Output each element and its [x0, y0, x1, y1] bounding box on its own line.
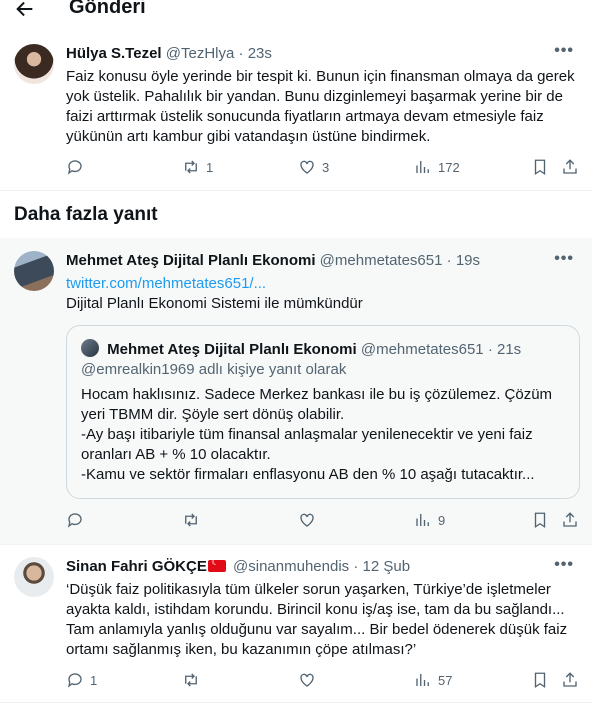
views-button[interactable]: 9 [414, 511, 445, 529]
divider [0, 702, 592, 703]
reply-icon [67, 513, 82, 528]
share-icon [563, 672, 577, 687]
views-count: 9 [438, 512, 446, 528]
tweet-text: Dijital Planlı Ekonomi Sistemi ile mümkü… [66, 295, 363, 312]
turkey-flag-icon [207, 557, 226, 572]
more-options-icon[interactable]: ••• [554, 250, 574, 268]
heart-icon [300, 160, 314, 174]
more-options-icon[interactable]: ••• [554, 42, 574, 60]
tweet-text: Faiz konusu öyle yerinde bir tespit ki. … [66, 68, 575, 145]
more-options-icon[interactable]: ••• [554, 556, 574, 574]
heart-icon [300, 513, 314, 527]
views-button[interactable]: 172 [414, 158, 460, 176]
bookmark-icon [534, 672, 546, 689]
share-button[interactable] [561, 671, 579, 689]
dot-separator: · [487, 341, 493, 358]
bookmark-icon [534, 512, 546, 529]
quoted-tweet[interactable]: Mehmet Ateş Dijital Planlı Ekonomi @mehm… [66, 325, 580, 499]
like-button[interactable] [298, 671, 316, 689]
bookmark-button[interactable] [531, 511, 549, 529]
retweet-icon [185, 673, 197, 687]
tweet-link[interactable]: twitter.com/mehmetates651/... [66, 274, 576, 294]
author-name[interactable]: Sinan Fahri GÖKÇE [66, 558, 207, 575]
retweet-icon [185, 160, 197, 174]
share-button[interactable] [561, 511, 579, 529]
avatar[interactable] [14, 44, 54, 84]
tweet-header: Sinan Fahri GÖKÇE @sinanmuhendis · 12 Şu… [66, 557, 411, 575]
views-count: 172 [438, 159, 460, 175]
like-button[interactable] [298, 511, 316, 529]
reply-count: 1 [90, 672, 98, 688]
quote-timestamp: 21s [496, 341, 522, 358]
share-icon [563, 159, 577, 174]
author-name[interactable]: Hülya S.Tezel [66, 45, 162, 62]
author-name[interactable]: Mehmet Ateş Dijital Planlı Ekonomi [66, 252, 316, 269]
divider [0, 190, 592, 191]
bookmark-icon [534, 159, 546, 176]
views-count: 57 [438, 672, 453, 688]
quote-author-handle: @mehmetates651 [360, 341, 484, 358]
reply-button[interactable] [66, 158, 84, 176]
dot-separator: · [353, 558, 359, 575]
avatar[interactable] [14, 251, 54, 291]
dot-separator: · [446, 252, 452, 269]
avatar [81, 339, 99, 357]
views-icon [416, 514, 429, 526]
tweet-header: Hülya S.Tezel @TezHlya · 23s [66, 45, 272, 62]
quote-author-name: Mehmet Ateş Dijital Planlı Ekonomi [107, 341, 357, 358]
avatar[interactable] [14, 557, 54, 597]
author-handle[interactable]: @mehmetates651 [320, 252, 443, 269]
reply-icon [67, 673, 82, 688]
main-tweet[interactable]: Hülya S.Tezel @TezHlya · 23s ••• Faiz ko… [0, 0, 592, 190]
author-handle[interactable]: @sinanmuhendis [233, 558, 349, 575]
like-button[interactable]: 3 [298, 158, 329, 176]
author-handle[interactable]: @TezHlya [166, 45, 235, 62]
timestamp[interactable]: 12 Şub [363, 558, 411, 575]
tweet-actions: 1 57 [0, 671, 592, 693]
share-button[interactable] [561, 158, 579, 176]
bookmark-button[interactable] [531, 158, 549, 176]
dot-separator: · [238, 45, 244, 62]
timestamp[interactable]: 23s [248, 45, 272, 62]
retweet-icon [185, 513, 197, 527]
quote-text: Hocam haklısınız. Sadece Merkez bankası … [81, 386, 553, 483]
tweet-actions: 1 3 172 [0, 158, 592, 180]
divider [0, 544, 592, 545]
tweet-text: ‘Düşük faiz politikasıyla tüm ülkeler so… [66, 581, 568, 658]
timestamp[interactable]: 19s [456, 252, 480, 269]
reply-button[interactable]: 1 [66, 671, 97, 689]
heart-icon [300, 673, 314, 687]
reply-icon [67, 160, 82, 175]
share-icon [563, 512, 577, 527]
retweet-count: 1 [206, 159, 214, 175]
tweet-header: Mehmet Ateş Dijital Planlı Ekonomi @mehm… [66, 252, 480, 269]
like-count: 3 [322, 159, 330, 175]
retweet-button[interactable] [182, 671, 200, 689]
retweet-button[interactable]: 1 [182, 158, 213, 176]
views-icon [416, 161, 429, 173]
retweet-button[interactable] [182, 511, 200, 529]
tweet-actions: 9 [0, 511, 592, 533]
views-icon [416, 674, 429, 686]
bookmark-button[interactable] [531, 671, 549, 689]
section-title: Daha fazla yanıt [14, 204, 158, 225]
reply-context: @emrealkin1969 adlı kişiye yanıt olarak [81, 361, 347, 378]
quote-header: Mehmet Ateş Dijital Planlı Ekonomi @mehm… [81, 339, 521, 358]
reply-button[interactable] [66, 511, 84, 529]
views-button[interactable]: 57 [414, 671, 452, 689]
